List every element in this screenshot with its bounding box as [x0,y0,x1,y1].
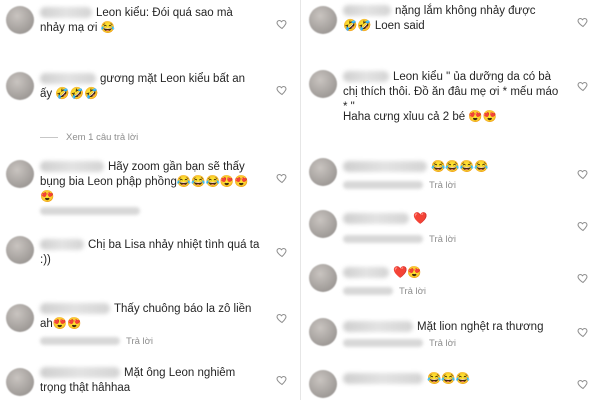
reply-link[interactable]: Trả lời [429,180,456,191]
comments-column-right: nặng lắm không nhảy được 🤣🤣 Loen said Le… [300,0,600,400]
avatar[interactable] [6,304,34,332]
comment-text: Mặt ông Leon nghiêm trọng thật hâhhaa [40,366,262,396]
heart-outline-icon[interactable] [577,220,589,232]
comment-item: Mặt lion nghệt ra thương Trả lời [301,314,600,354]
comment-meta: Trả lời [343,286,426,297]
comment-text: Leon kiểu " ủa dưỡng da có bà chị thích … [343,70,565,115]
avatar[interactable] [6,368,34,396]
comment-text: 😂😂😂😂 [343,160,543,175]
comment-text: gương mặt Leon kiểu bất an ấy 🤣🤣🤣 [40,72,260,102]
comment-meta [40,206,146,217]
comment-item: Leon kiểu: Đói quá sao mà nhảy mạ ơi 😂 [0,0,300,50]
heart-outline-icon[interactable] [276,18,288,30]
heart-outline-icon[interactable] [276,246,288,258]
username-blurred[interactable] [343,161,427,173]
avatar[interactable] [6,236,34,264]
heart-outline-icon[interactable] [577,272,589,284]
reply-link[interactable]: Trả lời [429,234,456,245]
comment-text: Thấy chuông báo la zô liền ah😍😍 [40,302,262,332]
comment-text: Chị ba Lisa nhảy nhiệt tình quá ta :)) [40,238,262,268]
username-blurred[interactable] [343,213,409,225]
comment-item: gương mặt Leon kiểu bất an ấy 🤣🤣🤣 [0,66,300,116]
username-blurred[interactable] [343,373,423,385]
username-blurred[interactable] [343,321,413,333]
comment-text: nặng lắm không nhảy được 🤣🤣 Loen said [343,4,553,34]
view-replies-link[interactable]: Xem 1 câu trả lời [40,132,138,143]
heart-outline-icon[interactable] [276,84,288,96]
avatar[interactable] [6,72,34,100]
heart-outline-icon[interactable] [577,16,589,28]
comment-item: Leon kiểu " ủa dưỡng da có bà chị thích … [301,66,600,130]
username-blurred[interactable] [40,7,92,19]
reply-link[interactable]: Trả lời [126,336,153,347]
heart-outline-icon[interactable] [577,378,589,390]
comment-item: Thấy chuông báo la zô liền ah😍😍 Trả lời [0,298,300,350]
comment-text: 😂😂😂 [343,372,543,387]
username-blurred[interactable] [343,71,389,83]
reply-link[interactable]: Trả lời [399,286,426,297]
comment-body: Mặt lion nghệt ra thương [417,321,544,333]
username-blurred[interactable] [40,239,84,251]
comment-body: 😂😂😂😂 [431,161,489,173]
comment-body: ❤️ [413,213,428,225]
comment-text: ❤️😍 [343,266,543,281]
comment-meta: Trả lời [343,338,456,349]
heart-outline-icon[interactable] [577,168,589,180]
comment-item: ❤️ Trả lời [301,206,600,246]
avatar[interactable] [309,318,337,346]
comment-body: ❤️😍 [393,267,422,279]
username-blurred[interactable] [343,267,389,279]
comment-item: 😂😂😂 [301,366,600,400]
comment-text: Hãy zoom gần bạn sẽ thấy bụng bia Leon p… [40,160,262,205]
comment-item: Mặt ông Leon nghiêm trọng thật hâhhaa [0,362,300,400]
comment-text: ❤️ [343,212,543,227]
avatar[interactable] [309,210,337,238]
heart-outline-icon[interactable] [577,80,589,92]
avatar[interactable] [6,6,34,34]
replies-divider [40,136,58,138]
reply-link[interactable]: Trả lời [429,338,456,349]
avatar[interactable] [309,158,337,186]
avatar[interactable] [309,70,337,98]
username-blurred[interactable] [40,367,120,379]
avatar[interactable] [309,370,337,398]
heart-outline-icon[interactable] [276,374,288,386]
username-blurred[interactable] [40,303,110,315]
comment-text: Mặt lion nghệt ra thương [343,320,553,335]
comment-item: nặng lắm không nhảy được 🤣🤣 Loen said [301,0,600,44]
comments-column-left: Leon kiểu: Đói quá sao mà nhảy mạ ơi 😂 g… [0,0,300,400]
comment-meta: Trả lời [343,234,456,245]
comment-text: Leon kiểu: Đói quá sao mà nhảy mạ ơi 😂 [40,6,260,36]
comment-item: 😂😂😂😂 Trả lời [301,154,600,194]
avatar[interactable] [309,6,337,34]
heart-outline-icon[interactable] [276,312,288,324]
view-replies-label: Xem 1 câu trả lời [66,132,139,143]
username-blurred[interactable] [343,5,391,17]
username-blurred[interactable] [40,73,96,85]
avatar[interactable] [309,264,337,292]
comment-item: Hãy zoom gần bạn sẽ thấy bụng bia Leon p… [0,156,300,216]
comment-item: ❤️😍 Trả lời [301,260,600,300]
comment-meta: Trả lời [343,180,456,191]
comment-body: 😂😂😂 [427,373,470,385]
comment-meta: Trả lời [40,336,153,347]
username-blurred[interactable] [40,161,104,173]
comment-item: Chị ba Lisa nhảy nhiệt tình quá ta :)) [0,232,300,280]
avatar[interactable] [6,160,34,188]
heart-outline-icon[interactable] [276,172,288,184]
comment-text-continued: Haha cưng xỉuu cả 2 bé 😍😍 [343,111,497,123]
heart-outline-icon[interactable] [577,326,589,338]
